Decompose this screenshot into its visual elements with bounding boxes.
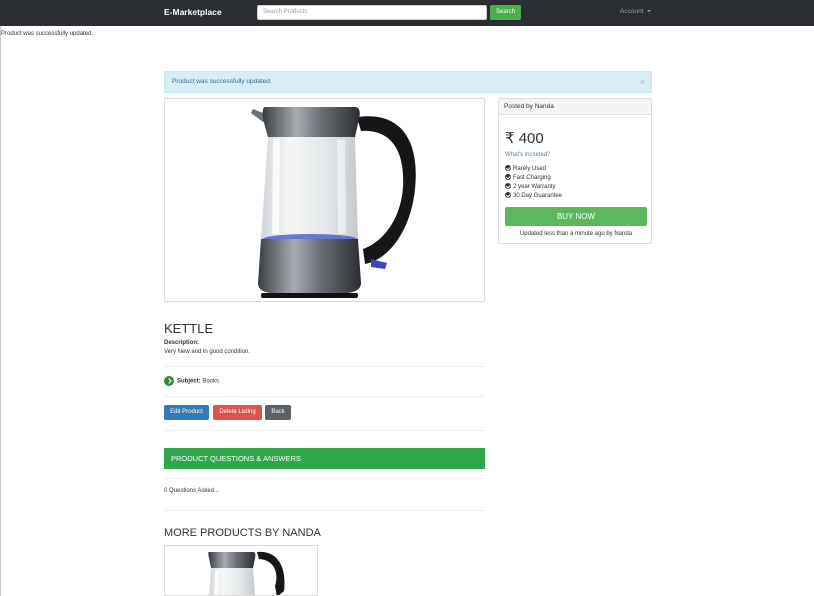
subject-label: Subject: xyxy=(177,378,201,385)
feature-item: Rarely Used xyxy=(505,165,562,174)
chevron-right-circle-icon xyxy=(164,376,174,386)
feature-label: 2 year Warranty xyxy=(513,184,556,190)
description-text: Very New and in good condition. xyxy=(164,349,251,355)
description-label: Description: xyxy=(164,340,200,346)
feature-list: Rarely Used Fast Charging 2 year Warrant… xyxy=(505,165,562,201)
check-circle-icon xyxy=(505,183,511,189)
brand-link[interactable]: E-Marketplace xyxy=(164,7,222,17)
back-button[interactable]: Back xyxy=(265,405,291,420)
purchase-panel: Posted by Nanda ₹ 400 What's included? R… xyxy=(498,98,652,244)
success-alert: Product was successfully updated. × xyxy=(164,71,652,93)
qa-header: PRODUCT QUESTIONS & ANSWERS xyxy=(164,448,485,469)
search-button[interactable]: Search xyxy=(490,5,521,20)
more-products-title: MORE PRODUCTS BY NANDA xyxy=(164,527,321,539)
close-icon[interactable]: × xyxy=(640,72,645,92)
kettle-icon xyxy=(251,107,416,298)
feature-item: 30 Day Guarantee xyxy=(505,192,562,201)
kettle-thumbnail-icon xyxy=(208,551,285,595)
edit-product-button[interactable]: Edit Product xyxy=(164,405,209,420)
updated-note: Updated less than a minute ago by Nanda xyxy=(519,231,633,237)
product-image xyxy=(164,98,485,302)
posted-by: Posted by Nanda xyxy=(499,99,651,115)
divider xyxy=(164,396,485,397)
caret-down-icon xyxy=(646,10,651,13)
buy-now-button[interactable]: BUY NOW xyxy=(505,207,647,226)
check-circle-icon xyxy=(505,192,511,198)
feature-label: Fast Charging xyxy=(513,175,551,181)
product-thumbnail[interactable] xyxy=(164,545,318,596)
navbar: E-Marketplace Search Products Search Acc… xyxy=(0,0,814,26)
check-circle-icon xyxy=(505,165,511,171)
divider xyxy=(164,510,485,511)
questions-count: 0 Questions Asked... xyxy=(164,488,220,494)
page-border xyxy=(0,26,1,596)
flash-notice: Product was successfully updated. xyxy=(1,31,94,37)
divider xyxy=(164,478,485,479)
whats-included: What's included? xyxy=(505,152,551,158)
feature-label: Rarely Used xyxy=(513,166,547,172)
check-circle-icon xyxy=(505,174,511,180)
subject-value: Books xyxy=(202,378,220,385)
alert-message: Product was successfully updated. xyxy=(172,78,272,85)
feature-item: 2 year Warranty xyxy=(505,183,562,192)
search-input[interactable]: Search Products xyxy=(257,5,487,20)
feature-item: Fast Charging xyxy=(505,174,562,183)
account-label: Account xyxy=(620,8,644,15)
price: ₹ 400 xyxy=(505,130,544,147)
delete-listing-button[interactable]: Delete Listing xyxy=(213,405,262,420)
account-dropdown[interactable]: Account xyxy=(620,8,651,15)
product-title: KETTLE xyxy=(164,321,214,336)
divider xyxy=(164,430,485,431)
subject-row: Subject: Books xyxy=(164,376,219,387)
divider xyxy=(164,366,485,367)
feature-label: 30 Day Guarantee xyxy=(513,193,563,199)
